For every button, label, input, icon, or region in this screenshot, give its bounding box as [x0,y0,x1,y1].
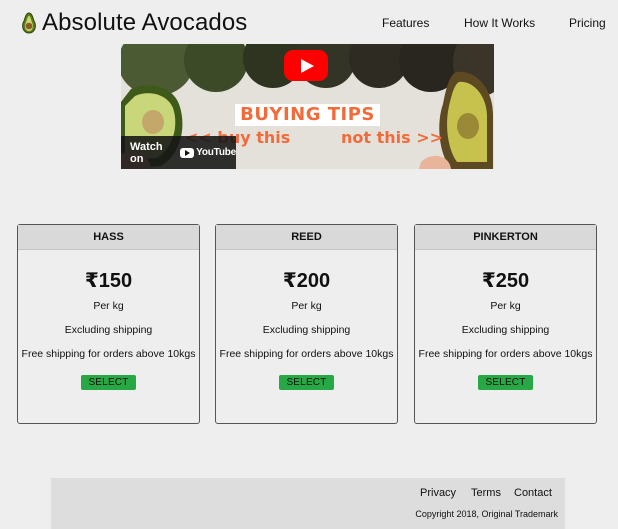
watch-on-youtube-button[interactable]: Watch on YouTube [121,136,236,169]
footer-link-terms[interactable]: Terms [471,487,501,500]
pricing-card-pinkerton: PINKERTON ₹250 Per kg Excluding shipping… [414,224,597,424]
pricing-card-hass: HASS ₹150 Per kg Excluding shipping Free… [17,224,200,424]
plan-name: REED [216,225,397,250]
plan-free-shipping: Free shipping for orders above 10kgs [21,348,196,360]
avocado-icon [22,12,36,34]
plan-unit: Per kg [490,300,521,312]
nav-pricing[interactable]: Pricing [569,16,606,30]
footer-link-contact[interactable]: Contact [514,487,552,500]
plan-price: ₹150 [84,270,133,292]
play-icon [301,59,314,73]
brand-name: Absolute Avocados [42,9,248,36]
select-button[interactable]: SELECT [81,375,136,390]
site-footer: Privacy Terms Contact Copyright 2018, Or… [51,478,565,529]
video-right-caption: not this >> [341,128,444,147]
nav-features[interactable]: Features [382,16,429,30]
footer-link-privacy[interactable]: Privacy [420,487,456,500]
plan-free-shipping: Free shipping for orders above 10kgs [219,348,394,360]
watch-on-label: Watch on [130,140,163,165]
plan-shipping: Excluding shipping [64,324,153,336]
video-banner-text: BUYING TIPS [235,104,380,126]
plan-free-shipping: Free shipping for orders above 10kgs [418,348,593,360]
play-button[interactable] [284,50,328,81]
plan-name: HASS [18,225,199,250]
plan-price: ₹200 [282,270,331,292]
plan-name: PINKERTON [415,225,596,250]
plan-price: ₹250 [481,270,530,292]
select-button[interactable]: SELECT [478,375,533,390]
site-header: Absolute Avocados Features How It Works … [0,0,618,44]
youtube-label: YouTube [196,147,236,158]
select-button[interactable]: SELECT [279,375,334,390]
plan-unit: Per kg [291,300,322,312]
youtube-play-icon [180,147,195,158]
nav-how-it-works[interactable]: How It Works [464,16,535,30]
copyright-text: Copyright 2018, Original Trademark [415,509,558,519]
plan-unit: Per kg [93,300,124,312]
plan-shipping: Excluding shipping [461,324,550,336]
plan-shipping: Excluding shipping [262,324,351,336]
pricing-card-reed: REED ₹200 Per kg Excluding shipping Free… [215,224,398,424]
video-embed[interactable]: BUYING TIPS << buy this not this >> Watc… [121,44,494,169]
youtube-logo: YouTube [180,147,236,158]
brand[interactable]: Absolute Avocados [21,9,247,37]
